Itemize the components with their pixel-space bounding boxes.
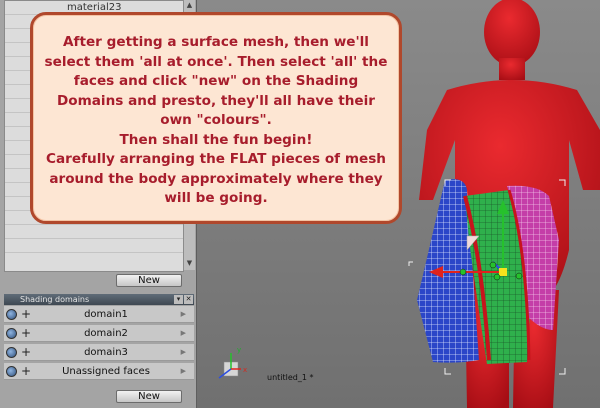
- expand-arrow-icon[interactable]: ▶: [181, 306, 186, 323]
- shading-domains-header: Shading domains ▾ ✕: [4, 294, 194, 305]
- domain-name: domain2: [84, 328, 128, 339]
- new-domain-button[interactable]: New: [116, 390, 182, 403]
- material-item[interactable]: [5, 225, 183, 239]
- callout-line: select them 'all at once'. Then select '…: [44, 53, 388, 70]
- expand-arrow-icon[interactable]: ▶: [181, 325, 186, 342]
- domain-row-domain1[interactable]: + domain1 ▶: [4, 306, 194, 323]
- callout-line: faces and click "new" on the Shading: [73, 73, 359, 89]
- callout-line: will be going.: [164, 190, 268, 206]
- object-name-label: untitled_1 *: [267, 373, 314, 382]
- expand-arrow-icon[interactable]: ▶: [181, 363, 186, 380]
- domain-name: Unassigned faces: [62, 366, 150, 377]
- tutorial-callout: After getting a surface mesh, then we'll…: [30, 12, 402, 224]
- scroll-down-arrow-icon[interactable]: ▼: [184, 258, 195, 268]
- callout-line: own "colours".: [160, 112, 272, 128]
- domain-row-domain2[interactable]: + domain2 ▶: [4, 325, 194, 342]
- callout-line: Domains and presto, they'll all have the…: [56, 92, 376, 109]
- close-panel-icon[interactable]: ✕: [184, 295, 193, 304]
- add-faces-icon[interactable]: +: [21, 307, 31, 321]
- domain-name: domain3: [84, 347, 128, 358]
- callout-line: After getting a surface mesh, then we'll: [63, 34, 369, 50]
- shading-domains-title: Shading domains: [20, 295, 90, 304]
- axis-triad-icon: [218, 353, 241, 379]
- add-faces-icon[interactable]: +: [21, 345, 31, 359]
- add-faces-icon[interactable]: +: [21, 364, 31, 378]
- callout-line: around the body approximately where they: [49, 170, 383, 187]
- callout-line: Carefully arranging the FLAT pieces of m…: [46, 151, 386, 167]
- domain-name: domain1: [84, 309, 128, 320]
- add-faces-icon[interactable]: +: [21, 326, 31, 340]
- expand-arrow-icon[interactable]: ▶: [181, 344, 186, 361]
- new-material-button[interactable]: New: [116, 274, 182, 287]
- visibility-eye-icon[interactable]: [6, 366, 17, 377]
- visibility-eye-icon[interactable]: [6, 347, 17, 358]
- collapse-panel-icon[interactable]: ▾: [174, 295, 183, 304]
- axis-x-label: x: [243, 366, 248, 374]
- axis-y-label: y: [237, 346, 242, 354]
- domain-row-domain3[interactable]: + domain3 ▶: [4, 344, 194, 361]
- material-item[interactable]: [5, 239, 183, 253]
- domain-row-unassigned-faces[interactable]: + Unassigned faces ▶: [4, 363, 194, 380]
- callout-line: Then shall the fun begin!: [119, 131, 313, 148]
- scroll-up-arrow-icon[interactable]: ▲: [184, 0, 195, 10]
- visibility-eye-icon[interactable]: [6, 328, 17, 339]
- visibility-eye-icon[interactable]: [6, 309, 17, 320]
